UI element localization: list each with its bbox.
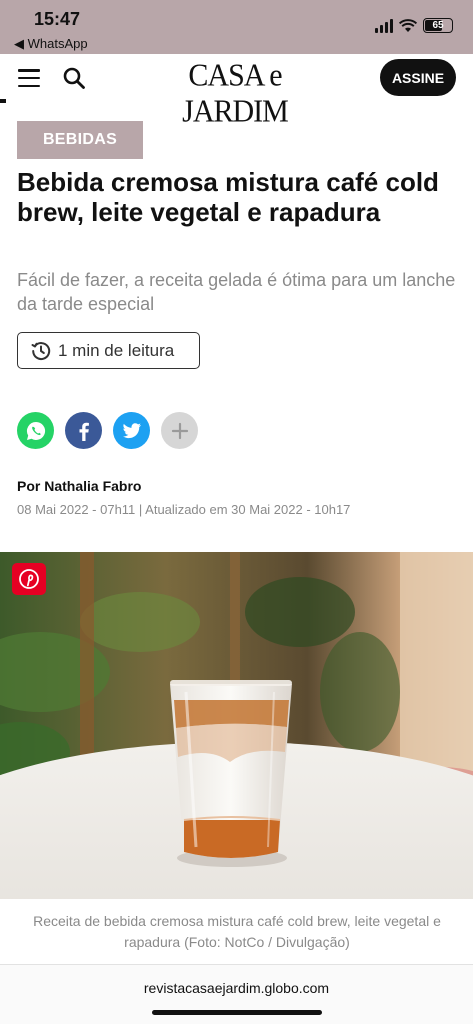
subscribe-button[interactable]: ASSINE [380, 59, 456, 96]
whatsapp-share-button[interactable] [17, 412, 54, 449]
publish-dates: 08 Mai 2022 - 07h11 | Atualizado em 30 M… [17, 502, 351, 517]
url-text[interactable]: revistacasaejardim.globo.com [0, 980, 473, 996]
photo-caption: Receita de bebida cremosa mistura café c… [33, 913, 441, 950]
facebook-share-button[interactable] [65, 412, 102, 449]
plus-icon [171, 422, 188, 439]
status-icons: 65 [375, 18, 453, 33]
browser-url-bar[interactable]: revistacasaejardim.globo.com [0, 964, 473, 1024]
clock-history-icon [31, 341, 51, 360]
author-byline[interactable]: Por Nathalia Fabro [17, 478, 141, 494]
whatsapp-icon [26, 421, 45, 440]
site-header: CASA e JARDIM ASSINE [0, 54, 473, 129]
wifi-icon [399, 18, 417, 32]
cellular-signal-icon [375, 18, 393, 33]
status-time: 15:47 [34, 9, 81, 29]
site-logo[interactable]: CASA e JARDIM [140, 58, 330, 129]
battery-level: 65 [432, 20, 444, 31]
article-subtitle: Fácil de fazer, a receita gelada é ótima… [17, 270, 456, 314]
twitter-share-button[interactable] [113, 412, 150, 449]
status-bar: 15:47 ◀ WhatsApp 65 [0, 0, 473, 54]
article-photo [0, 552, 473, 899]
home-indicator[interactable] [152, 1010, 322, 1015]
scroll-indicator [0, 99, 6, 103]
search-icon[interactable] [62, 66, 86, 90]
twitter-icon [122, 422, 141, 438]
share-buttons [17, 412, 198, 449]
back-to-whatsapp-link[interactable]: ◀ WhatsApp [14, 36, 88, 52]
pinterest-icon [19, 569, 39, 589]
drink-photo [0, 552, 473, 899]
hamburger-menu-icon[interactable] [18, 69, 40, 87]
read-time-badge: 1 min de leitura [17, 332, 200, 369]
battery-icon: 65 [423, 18, 453, 33]
pinterest-save-button[interactable] [12, 563, 46, 595]
more-share-button[interactable] [161, 412, 198, 449]
article-title: Bebida cremosa mistura café cold brew, l… [17, 167, 439, 227]
category-badge[interactable]: BEBIDAS [17, 121, 143, 159]
read-time-label: 1 min de leitura [58, 340, 175, 360]
facebook-icon [79, 422, 89, 441]
